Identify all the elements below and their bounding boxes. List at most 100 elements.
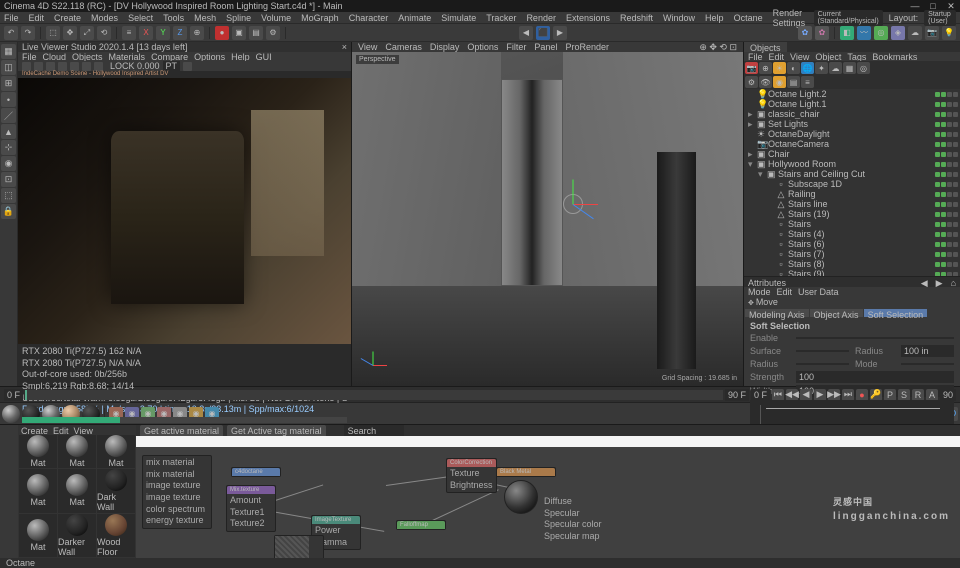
object-tree[interactable]: 💡Octane Light.2💡Octane Light.1▸▣classic_… bbox=[744, 89, 960, 276]
lv-kernel-dropdown[interactable]: PT bbox=[163, 61, 181, 71]
object-row[interactable]: ▸▣classic_chair bbox=[744, 109, 960, 119]
autokey-icon[interactable]: 🔑 bbox=[870, 389, 882, 401]
mat-menu-view[interactable]: View bbox=[74, 426, 93, 433]
step-back-icon[interactable]: ◀◀ bbox=[786, 389, 798, 401]
pref-gear-icon[interactable]: ✿ bbox=[798, 26, 812, 40]
timeline-range[interactable]: 90 bbox=[940, 389, 956, 401]
workplane-icon[interactable]: ⊞ bbox=[1, 76, 16, 91]
timeline-cur[interactable]: 0 F bbox=[751, 389, 770, 401]
object-row[interactable]: ▫Stairs (4) bbox=[744, 229, 960, 239]
render-button[interactable]: ● bbox=[215, 26, 229, 40]
object-row[interactable]: ☀OctaneDaylight bbox=[744, 129, 960, 139]
move-tool[interactable]: ✥ bbox=[63, 26, 77, 40]
object-row[interactable]: ▫Stairs bbox=[744, 219, 960, 229]
obj-menu-edit[interactable]: Edit bbox=[769, 52, 785, 61]
render-settings-button[interactable]: ⚙ bbox=[266, 26, 280, 40]
material-ball-icon[interactable] bbox=[2, 405, 20, 423]
enable-axis-icon[interactable]: ⊹ bbox=[1, 140, 16, 155]
vp-menu-filter[interactable]: Filter bbox=[506, 42, 526, 52]
object-row[interactable]: ▾▣Stairs and Ceiling Cut bbox=[744, 169, 960, 179]
lv-settings-icon[interactable] bbox=[183, 62, 192, 71]
menu-tools[interactable]: Tools bbox=[163, 13, 184, 23]
node-colorcorrect[interactable]: ColorCorrection TextureBrightness bbox=[446, 458, 497, 493]
node-graph[interactable]: Get active material Get Active tag mater… bbox=[136, 425, 960, 558]
axis-z-icon[interactable]: Z bbox=[173, 26, 187, 40]
edge-mode-icon[interactable]: ／ bbox=[1, 108, 16, 123]
lv-restart-icon[interactable] bbox=[46, 62, 55, 71]
camera-icon[interactable]: 📷 bbox=[925, 26, 939, 40]
octane-settings-icon[interactable]: ⚙ bbox=[745, 76, 758, 88]
attr-tab-soft[interactable]: Soft Selection bbox=[864, 309, 928, 317]
get-active-tag-button[interactable]: Get Active tag material bbox=[227, 425, 326, 437]
object-row[interactable]: 💡Octane Light.1 bbox=[744, 99, 960, 109]
octane-target-icon[interactable]: ⊕ bbox=[759, 62, 772, 74]
menu-volume[interactable]: Volume bbox=[261, 13, 291, 23]
material-thumbnail[interactable]: Mat bbox=[58, 469, 96, 512]
menu-octane[interactable]: Octane bbox=[734, 13, 763, 23]
spline-primitive-icon[interactable]: 〰 bbox=[857, 26, 871, 40]
axis-y-icon[interactable]: Y bbox=[156, 26, 170, 40]
menu-redshift[interactable]: Redshift bbox=[620, 13, 653, 23]
attributes-tab[interactable]: Attributes bbox=[748, 278, 786, 286]
node-imagetex-preview[interactable] bbox=[274, 535, 324, 558]
attr-tab-modeling[interactable]: Modeling Axis bbox=[745, 309, 809, 317]
octane-orbx-icon[interactable]: ◎ bbox=[857, 62, 870, 74]
menu-extensions[interactable]: Extensions bbox=[566, 13, 610, 23]
timeline-track[interactable] bbox=[25, 390, 723, 400]
key-s-icon[interactable]: S bbox=[898, 389, 910, 401]
object-row[interactable]: ▫Stairs (9) bbox=[744, 269, 960, 276]
menu-mesh[interactable]: Mesh bbox=[194, 13, 216, 23]
menu-select[interactable]: Select bbox=[128, 13, 153, 23]
attr-tab-object[interactable]: Object Axis bbox=[810, 309, 863, 317]
menu-modes[interactable]: Modes bbox=[91, 13, 118, 23]
env-icon[interactable]: ☁ bbox=[908, 26, 922, 40]
menu-character[interactable]: Character bbox=[349, 13, 389, 23]
lv-menu-compare[interactable]: Compare bbox=[151, 52, 188, 62]
select-tool[interactable]: ⬚ bbox=[46, 26, 60, 40]
material-preview-ball[interactable] bbox=[504, 480, 538, 514]
octane-vdb-icon[interactable]: ▦ bbox=[843, 62, 856, 74]
render-pv-button[interactable]: ▤ bbox=[249, 26, 263, 40]
next-button[interactable]: ▶ bbox=[553, 26, 567, 40]
lv-menu-gui[interactable]: GUI bbox=[256, 52, 272, 62]
octane-hdri-icon[interactable]: 🌐 bbox=[801, 62, 814, 74]
menu-help[interactable]: Help bbox=[705, 13, 724, 23]
lv-clay-icon[interactable] bbox=[70, 62, 79, 71]
object-row[interactable]: 📷OctaneCamera bbox=[744, 139, 960, 149]
menu-mograph[interactable]: MoGraph bbox=[301, 13, 339, 23]
cube-primitive-icon[interactable]: ◧ bbox=[840, 26, 854, 40]
menu-render[interactable]: Render bbox=[526, 13, 556, 23]
workplane2-icon[interactable]: ⬚ bbox=[1, 188, 16, 203]
lv-pause-icon[interactable] bbox=[34, 62, 43, 71]
node-search-input[interactable]: Search bbox=[344, 425, 404, 437]
material-thumbnail[interactable]: Mat bbox=[58, 435, 96, 468]
object-row[interactable]: 💡Octane Light.2 bbox=[744, 89, 960, 99]
locked-icon[interactable]: 🔒 bbox=[1, 204, 16, 219]
key-p-icon[interactable]: P bbox=[884, 389, 896, 401]
render-preview-image[interactable] bbox=[18, 78, 351, 344]
octane-camera-icon[interactable]: 📷 bbox=[745, 62, 758, 74]
lv-menu-options[interactable]: Options bbox=[194, 52, 225, 62]
object-row[interactable]: ▫Subscape 1D bbox=[744, 179, 960, 189]
material-thumbnail[interactable]: Mat bbox=[19, 469, 57, 512]
deformer-icon[interactable]: ◈ bbox=[891, 26, 905, 40]
play-fwd-icon[interactable]: ▶ bbox=[814, 389, 826, 401]
live-viewer-close-icon[interactable]: × bbox=[342, 42, 347, 52]
octane-node-icon[interactable]: ◉ bbox=[773, 76, 786, 88]
attr-fwd-icon[interactable]: ▶ bbox=[936, 278, 943, 286]
get-active-mat-button[interactable]: Get active material bbox=[140, 425, 223, 437]
lv-menu-file[interactable]: File bbox=[22, 52, 37, 62]
history-button[interactable]: ≡ bbox=[122, 26, 136, 40]
lv-send-icon[interactable] bbox=[22, 62, 31, 71]
obj-menu-object[interactable]: Object bbox=[815, 52, 841, 61]
goto-start-icon[interactable]: ⏮ bbox=[772, 389, 784, 401]
redo-button[interactable]: ↷ bbox=[21, 26, 35, 40]
menu-create[interactable]: Create bbox=[54, 13, 81, 23]
popup-titlebar[interactable] bbox=[136, 436, 960, 447]
octane-tex-icon[interactable]: ▤ bbox=[787, 76, 800, 88]
coord-system-button[interactable]: ⊕ bbox=[190, 26, 204, 40]
object-row[interactable]: ▸▣Chair bbox=[744, 149, 960, 159]
light-icon[interactable]: 💡 bbox=[942, 26, 956, 40]
axis-x-icon[interactable]: X bbox=[139, 26, 153, 40]
scale-tool[interactable]: ⤢ bbox=[80, 26, 94, 40]
